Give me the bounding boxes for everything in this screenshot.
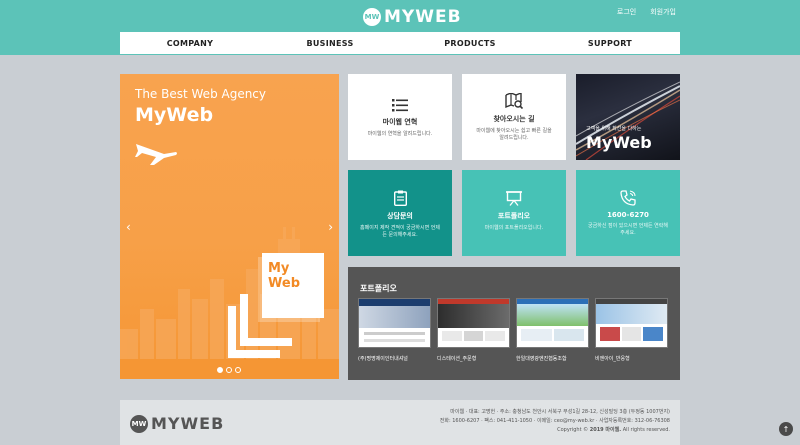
logo-mark-icon: MW <box>363 8 381 26</box>
hero-subtitle: The Best Web Agency <box>135 87 267 101</box>
copyright-brand: 2019 마이웹. <box>589 427 622 433</box>
portfolio-item[interactable]: 비엔아이_반응형 <box>595 298 668 362</box>
copyright-suffix: All rights reserved. <box>622 427 670 433</box>
tile-desc: 마이웹의 포트폴리오입니다. <box>484 225 544 231</box>
main-nav: COMPANY BUSINESS PRODUCTS SUPPORT <box>120 32 680 54</box>
site-footer: MW MYWEB 마이웹 · 대표: 고명헌 · 주소: 충청남도 천안시 서북… <box>120 400 680 445</box>
portfolio-caption: 디스테이션_주문형 <box>437 356 477 362</box>
tile-title: 찾아오시는 길 <box>493 115 535 123</box>
clipboard-icon <box>393 190 407 206</box>
portfolio-section: 포트폴리오 (주)명명제이인터내셔널 디스테이션_주문형 한일대영광엔진협동조합… <box>348 267 680 380</box>
utility-links: 로그인 회원가입 <box>617 7 676 17</box>
tile-title: 마이웹 연혁 <box>382 118 418 126</box>
tile-directions[interactable]: 찾아오시는 길 마이웹에 찾아오시는 쉽고 빠른 길을 알려드립니다. <box>462 74 566 160</box>
slider-dot[interactable] <box>217 367 223 373</box>
brand-line: My <box>268 261 290 276</box>
portfolio-item[interactable]: 한일대영광엔진협동조합 <box>516 298 589 362</box>
slider-next-arrow[interactable]: › <box>328 220 333 234</box>
tile-title: 상담문의 <box>387 212 413 220</box>
hero-title: MyWeb <box>135 104 214 126</box>
logo-text: MYWEB <box>384 7 462 27</box>
copyright: Copyright © 2019 마이웹. All rights reserve… <box>440 426 670 435</box>
logo-mark-icon: MW <box>130 414 148 433</box>
portfolio-caption: 한일대영광엔진협동조합 <box>516 356 567 362</box>
nav-company[interactable]: COMPANY <box>120 32 260 54</box>
portfolio-item[interactable]: (주)명명제이인터내셔널 <box>358 298 431 362</box>
airplane-icon <box>135 144 177 165</box>
copyright-prefix: Copyright © <box>557 427 589 433</box>
site-logo[interactable]: MW MYWEB <box>363 7 462 27</box>
portfolio-caption: (주)명명제이인터내셔널 <box>358 356 408 362</box>
company-info: 마이웹 · 대표: 고명헌 · 주소: 충청남도 천안시 서북구 부성1길 28… <box>440 408 670 435</box>
photo-tile-title: MyWeb <box>586 133 652 152</box>
brand-line: Web <box>268 276 300 291</box>
tile-desc: 홈페이지 제작 견적이 궁금하시면 언제든 문의해주세요. <box>360 225 440 238</box>
brand-box: My Web <box>262 253 324 318</box>
tile-history[interactable]: 마이웹 연혁 마이웹의 연혁을 알려드립니다. <box>348 74 452 160</box>
tile-desc: 궁금하신 점이 있으시면 언제든 연락해주세요. <box>588 223 668 236</box>
tile-consult[interactable]: 상담문의 홈페이지 제작 견적이 궁금하시면 언제든 문의해주세요. <box>348 170 452 256</box>
nav-support[interactable]: SUPPORT <box>540 32 680 54</box>
slider-dot[interactable] <box>235 367 241 373</box>
tile-desc: 마이웹에 찾아오시는 쉽고 빠른 길을 알려드립니다. <box>476 128 552 141</box>
map-search-icon <box>505 93 523 109</box>
portfolio-thumbnail <box>516 298 589 348</box>
company-contact: 전화: 1600-6207 · 팩스: 041-411-1050 · 이메일: … <box>439 418 670 424</box>
presentation-board-icon <box>506 191 522 206</box>
hero-slider: The Best Web Agency MyWeb ‹ › My Web <box>120 74 339 379</box>
company-address: 마이웹 · 대표: 고명헌 · 주소: 충청남도 천안시 서북구 부성1길 28… <box>450 409 670 415</box>
tile-title: 포트폴리오 <box>497 212 531 220</box>
portfolio-thumbnail <box>358 298 431 348</box>
footer-logo[interactable]: MW MYWEB <box>130 414 224 433</box>
portfolio-thumbnail <box>437 298 510 348</box>
slider-dot[interactable] <box>226 367 232 373</box>
portfolio-thumbnail <box>595 298 668 348</box>
slider-prev-arrow[interactable]: ‹ <box>126 220 131 234</box>
highway-night-photo[interactable]: 고객을 위해 최선을 다하는 MyWeb <box>576 74 680 160</box>
slider-dots <box>217 367 241 373</box>
list-icon <box>392 99 408 112</box>
tile-portfolio[interactable]: 포트폴리오 마이웹의 포트폴리오입니다. <box>462 170 566 256</box>
tile-title: 1600-6270 <box>607 211 649 219</box>
portfolio-caption: 비엔아이_반응형 <box>595 356 630 362</box>
tile-desc: 마이웹의 연혁을 알려드립니다. <box>367 131 433 137</box>
nav-products[interactable]: PRODUCTS <box>400 32 540 54</box>
signup-link[interactable]: 회원가입 <box>650 7 676 17</box>
portfolio-item[interactable]: 디스테이션_주문형 <box>437 298 510 362</box>
scroll-top-button[interactable]: ↑ <box>779 422 793 436</box>
phone-icon <box>620 190 636 206</box>
photo-tile-subtitle: 고객을 위해 최선을 다하는 <box>586 126 642 132</box>
logo-text: MYWEB <box>151 414 225 433</box>
portfolio-title: 포트폴리오 <box>360 284 397 293</box>
login-link[interactable]: 로그인 <box>617 7 636 17</box>
tile-phone[interactable]: 1600-6270 궁금하신 점이 있으시면 언제든 연락해주세요. <box>576 170 680 256</box>
nav-business[interactable]: BUSINESS <box>260 32 400 54</box>
